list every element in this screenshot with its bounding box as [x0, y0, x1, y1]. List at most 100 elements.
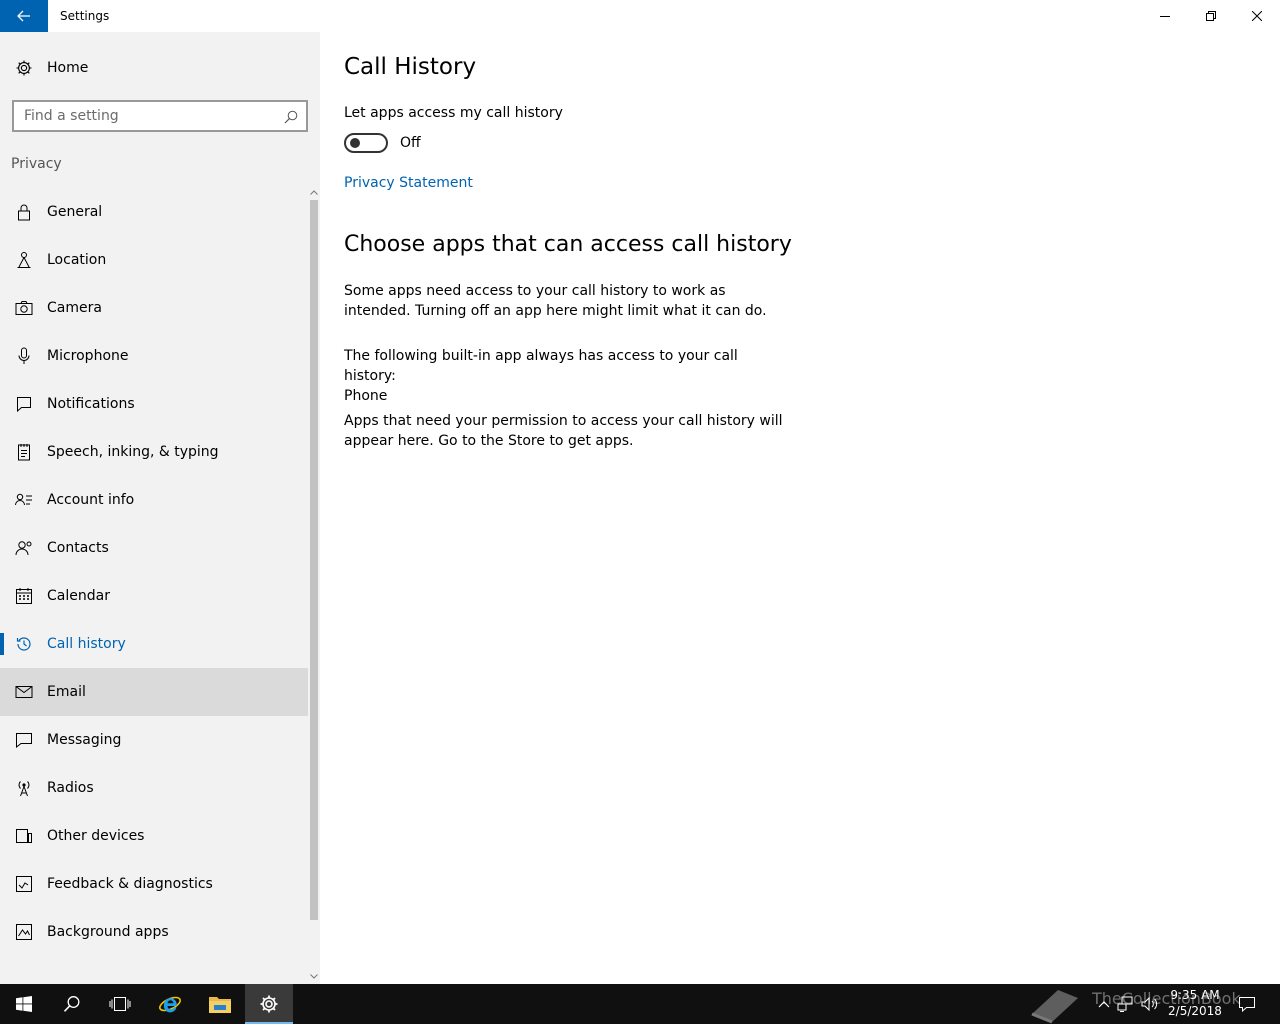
sidebar-item-radios[interactable]: Radios: [0, 764, 308, 812]
file-explorer-button[interactable]: [196, 984, 244, 1024]
internet-explorer-button[interactable]: [146, 984, 194, 1024]
sidebar-item-label: Call history: [47, 636, 126, 652]
task-view-icon: [109, 997, 131, 1011]
chevron-up-icon: [1098, 1001, 1110, 1008]
section-heading: Choose apps that can access call history: [344, 232, 792, 257]
search-icon: [63, 996, 80, 1012]
close-button[interactable]: [1234, 0, 1280, 32]
builtin-app-paragraph: The following built-in app always has ac…: [344, 346, 784, 406]
location-icon: [14, 251, 34, 269]
action-center-button[interactable]: [1236, 994, 1258, 1014]
feedback-icon: [14, 875, 34, 893]
scroll-down-arrow[interactable]: [308, 970, 320, 982]
nav-list: General Location Camera Microphone Notif…: [0, 188, 308, 956]
home-nav[interactable]: Home: [0, 48, 308, 88]
notifications-icon: [14, 396, 34, 412]
task-view-button[interactable]: [96, 984, 144, 1024]
sidebar-item-other-devices[interactable]: Other devices: [0, 812, 308, 860]
gear-icon: [14, 59, 34, 77]
sidebar-item-messaging[interactable]: Messaging: [0, 716, 308, 764]
sidebar-item-speech[interactable]: Speech, inking, & typing: [0, 428, 308, 476]
taskbar: TheCollectionBook 9:35 AM 2/5/2018: [0, 984, 1280, 1024]
page-title: Call History: [344, 54, 477, 80]
sidebar-item-call-history[interactable]: Call history: [0, 620, 308, 668]
sidebar-item-calendar[interactable]: Calendar: [0, 572, 308, 620]
call-history-toggle[interactable]: [344, 133, 388, 153]
sidebar-scrollbar[interactable]: [308, 186, 320, 984]
sidebar-item-label: Speech, inking, & typing: [47, 444, 219, 460]
tray-overflow-button[interactable]: [1094, 994, 1114, 1014]
sidebar-item-label: Other devices: [47, 828, 145, 844]
scroll-up-arrow[interactable]: [308, 186, 320, 198]
minimize-button[interactable]: [1142, 0, 1188, 32]
sidebar-item-label: Feedback & diagnostics: [47, 876, 213, 892]
sidebar-item-email[interactable]: Email: [0, 668, 308, 716]
camera-icon: [14, 300, 34, 316]
scroll-thumb[interactable]: [310, 200, 318, 920]
internet-explorer-icon: [159, 996, 181, 1013]
windows-logo-icon: [16, 996, 32, 1012]
sidebar-item-label: Email: [47, 684, 86, 700]
description-paragraph: Some apps need access to your call histo…: [344, 283, 767, 319]
sidebar-item-label: Background apps: [47, 924, 169, 940]
start-button[interactable]: [0, 984, 48, 1024]
volume-icon: [1141, 996, 1158, 1012]
back-arrow-icon: [17, 10, 30, 22]
taskbar-search-button[interactable]: [48, 984, 96, 1024]
clock-time: 9:35 AM: [1170, 988, 1220, 1002]
restore-button[interactable]: [1188, 0, 1234, 32]
settings-taskbar-button[interactable]: [245, 984, 293, 1024]
sidebar-item-contacts[interactable]: Contacts: [0, 524, 308, 572]
devices-icon: [14, 828, 34, 844]
sidebar-item-camera[interactable]: Camera: [0, 284, 308, 332]
volume-button[interactable]: [1140, 994, 1160, 1014]
chevron-up-icon: [310, 189, 318, 195]
back-button[interactable]: [0, 0, 48, 32]
sidebar-item-label: General: [47, 204, 103, 220]
section-label: Privacy: [11, 156, 62, 172]
sidebar-item-label: Camera: [47, 300, 102, 316]
sidebar-item-location[interactable]: Location: [0, 236, 308, 284]
sidebar-item-feedback[interactable]: Feedback & diagnostics: [0, 860, 308, 908]
radio-icon: [14, 779, 34, 797]
sidebar-item-label: Messaging: [47, 732, 122, 748]
toggle-label: Let apps access my call history: [344, 105, 563, 121]
folder-icon: [209, 997, 231, 1013]
close-icon: [1252, 11, 1262, 21]
privacy-statement-link[interactable]: Privacy Statement: [344, 175, 473, 191]
builtin-app-text: The following built-in app always has ac…: [344, 348, 738, 384]
search-box[interactable]: [12, 100, 308, 132]
messaging-icon: [14, 732, 34, 748]
builtin-app-name: Phone: [344, 388, 388, 404]
background-apps-icon: [14, 923, 34, 941]
sidebar-item-general[interactable]: General: [0, 188, 308, 236]
sidebar-item-label: Calendar: [47, 588, 110, 604]
history-icon: [14, 635, 34, 653]
book-logo-icon: [1031, 990, 1078, 1024]
sidebar-item-account-info[interactable]: Account info: [0, 476, 308, 524]
sidebar-item-label: Notifications: [47, 396, 135, 412]
sidebar-item-label: Contacts: [47, 540, 109, 556]
clock-date: 2/5/2018: [1168, 1004, 1222, 1018]
sidebar: Home Privacy General Location Camera Mic…: [0, 32, 320, 984]
taskbar-clock[interactable]: 9:35 AM 2/5/2018: [1166, 987, 1224, 1019]
lock-icon: [14, 203, 34, 221]
search-input[interactable]: [24, 104, 274, 128]
notification-icon: [1239, 997, 1255, 1012]
restore-icon: [1206, 11, 1216, 21]
sidebar-item-notifications[interactable]: Notifications: [0, 380, 308, 428]
sidebar-item-background-apps[interactable]: Background apps: [0, 908, 308, 956]
gear-icon: [260, 995, 278, 1013]
network-button[interactable]: [1116, 994, 1136, 1014]
speech-icon: [14, 443, 34, 461]
sidebar-item-label: Location: [47, 252, 107, 268]
sidebar-item-microphone[interactable]: Microphone: [0, 332, 308, 380]
minimize-icon: [1160, 16, 1170, 17]
contacts-icon: [14, 540, 34, 556]
chevron-down-icon: [310, 973, 318, 979]
title-bar: Settings: [0, 0, 1280, 32]
store-paragraph: Apps that need your permission to access…: [344, 413, 783, 449]
sidebar-item-label: Account info: [47, 492, 135, 508]
search-icon[interactable]: [284, 110, 298, 124]
toggle-state: Off: [400, 135, 421, 151]
